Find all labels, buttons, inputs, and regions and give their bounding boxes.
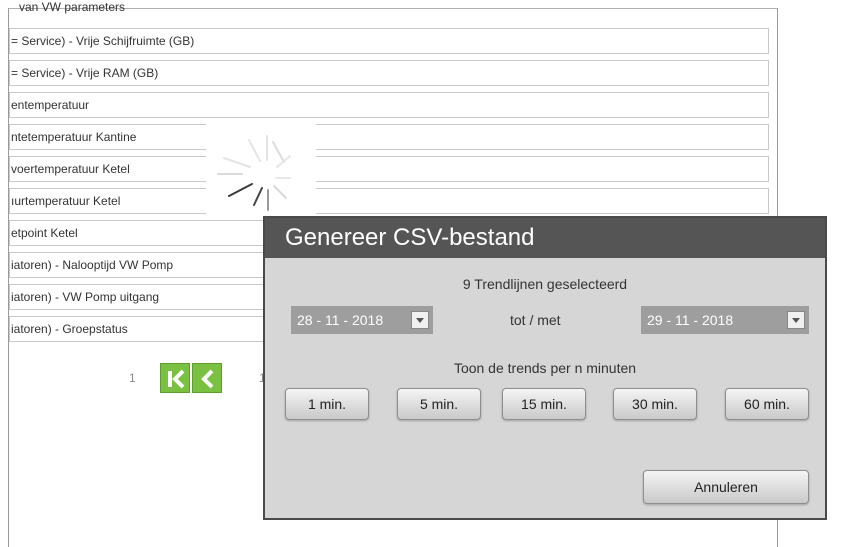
list-item[interactable]: ntetemperatuur Kantine: [9, 124, 769, 150]
interval-5-min-button[interactable]: 5 min.: [397, 388, 481, 420]
chevron-down-icon[interactable]: [411, 311, 429, 329]
dialog-body: 9 Trendlijnen geselecteerd 28 - 11 - 201…: [265, 258, 825, 520]
previous-page-button[interactable]: [192, 363, 222, 393]
dialog-title: Genereer CSV-bestand: [265, 218, 825, 258]
previous-page-icon: [201, 369, 214, 389]
chevron-down-icon[interactable]: [787, 311, 805, 329]
first-page-button[interactable]: [160, 363, 190, 393]
first-page-icon: [168, 369, 185, 389]
list-item[interactable]: = Service) - Vrije Schijfruimte (GB): [9, 28, 769, 54]
interval-1-min-button[interactable]: 1 min.: [285, 388, 369, 420]
selected-count-text: 9 Trendlijnen geselecteerd: [462, 276, 628, 292]
page-number[interactable]: 1: [129, 371, 136, 385]
interval-60-min-button[interactable]: 60 min.: [725, 388, 809, 420]
loading-spinner: [206, 118, 316, 216]
interval-label: Toon de trends per n minuten: [453, 360, 637, 376]
interval-15-min-button[interactable]: 15 min.: [502, 388, 586, 420]
loading-spinner-icon: [217, 135, 291, 211]
list-item[interactable]: entemperatuur: [9, 92, 769, 118]
list-item[interactable]: ıurtemperatuur Ketel: [9, 188, 769, 214]
date-to-select[interactable]: 29 - 11 - 2018: [641, 306, 809, 334]
list-item-clipped: van VW parameters: [19, 0, 126, 14]
interval-30-min-button[interactable]: 30 min.: [613, 388, 697, 420]
list-item[interactable]: voertemperatuur Ketel: [9, 156, 769, 182]
range-separator: tot / met: [510, 312, 561, 328]
date-from-value: 28 - 11 - 2018: [297, 312, 384, 328]
date-to-value: 29 - 11 - 2018: [647, 312, 734, 328]
cancel-button[interactable]: Annuleren: [643, 470, 809, 504]
list-item[interactable]: = Service) - Vrije RAM (GB): [9, 60, 769, 86]
date-from-select[interactable]: 28 - 11 - 2018: [291, 306, 433, 334]
csv-dialog: Genereer CSV-bestand 9 Trendlijnen gesel…: [263, 216, 827, 520]
